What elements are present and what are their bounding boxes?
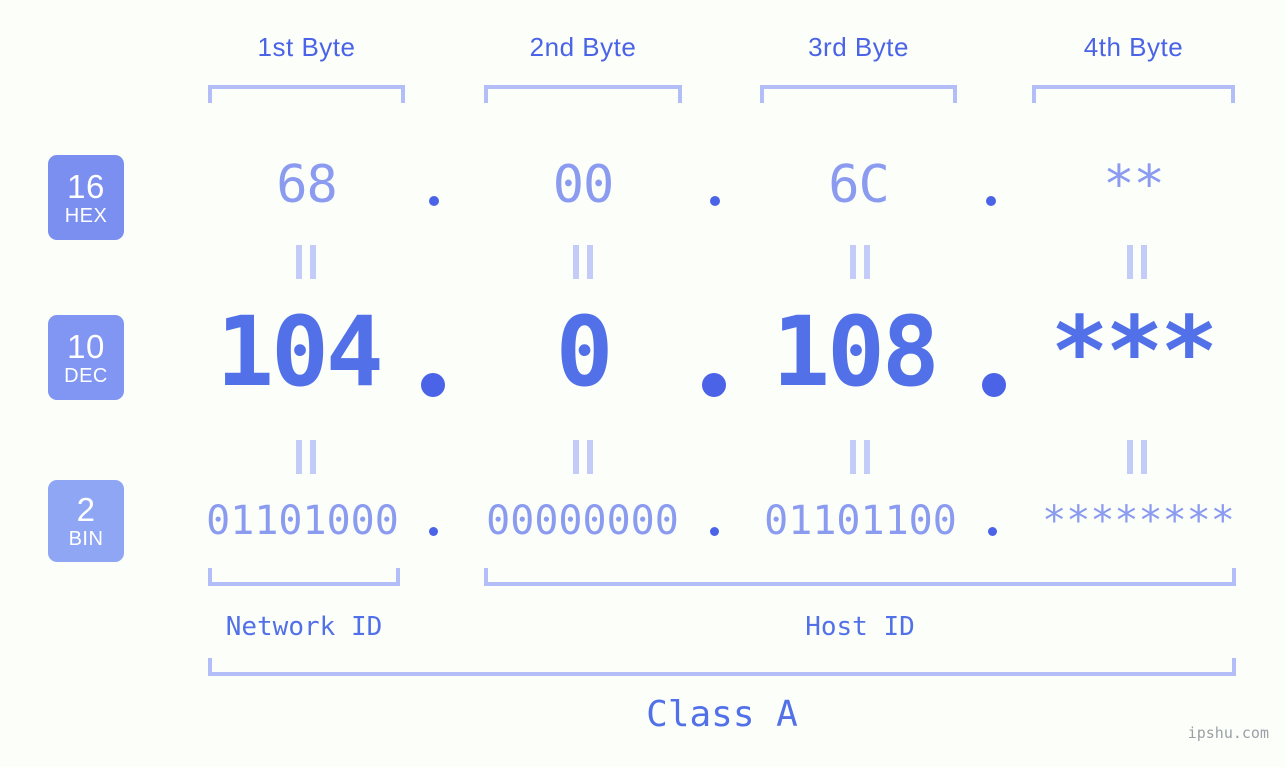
equals-mark-dec-bin-3 [850,440,870,474]
base-badge-hex-label: HEX [64,204,108,227]
base-badge-dec: 10 DEC [48,315,124,400]
equals-mark-hex-dec-3 [850,245,870,279]
hex-byte-2-value: 00 [552,155,615,215]
hex-byte-1-value: 68 [276,155,338,215]
base-badge-bin-label: BIN [68,528,104,550]
base-badge-hex-number: 16 [67,167,105,205]
base-badge-hex: 16 HEX [48,155,124,240]
bin-byte-1-value: 01101000 [206,498,399,544]
equals-mark-hex-dec-4 [1127,245,1147,279]
byte-bracket-top-4 [1032,85,1235,103]
network-id-bracket [208,568,400,586]
bin-byte-2-value: 00000000 [486,498,679,544]
base-badge-dec-number: 10 [67,327,105,365]
base-badge-bin-number: 2 [76,491,96,528]
base-badge-bin: 2 BIN [48,480,124,562]
hex-separator-1 [429,196,439,206]
equals-mark-hex-dec-2 [573,245,593,279]
dec-separator-2 [702,373,726,397]
hex-byte-3-value: 6C [828,155,890,215]
base-badge-dec-label: DEC [64,364,108,387]
host-id-label: Host ID [805,612,915,642]
hex-separator-2 [710,196,720,206]
dec-separator-1 [421,373,445,397]
bin-separator-1 [429,527,438,536]
equals-mark-hex-dec-1 [296,245,316,279]
byte-bracket-top-3 [760,85,957,103]
byte-header-4: 4th Byte [1083,32,1184,62]
class-bracket [208,658,1236,676]
dec-separator-3 [982,373,1006,397]
byte-bracket-top-1 [208,85,405,103]
byte-header-2: 2nd Byte [529,32,637,62]
ip-breakdown-diagram: 1st Byte 2nd Byte 3rd Byte 4th Byte 16 H… [0,0,1285,767]
equals-mark-dec-bin-2 [573,440,593,474]
bin-separator-2 [710,527,719,536]
equals-mark-dec-bin-4 [1127,440,1147,474]
network-id-label: Network ID [225,612,383,642]
bin-byte-4-value: ******** [1042,498,1235,544]
hex-separator-3 [986,196,996,206]
dec-byte-4-value: *** [1050,296,1218,408]
hex-byte-4-value: ** [1103,155,1165,215]
byte-header-3: 3rd Byte [808,32,909,62]
host-id-bracket [484,568,1236,586]
equals-mark-dec-bin-1 [296,440,316,474]
bin-separator-3 [988,527,997,536]
dec-byte-2-value: 0 [555,296,614,408]
watermark: ipshu.com [1187,724,1269,742]
byte-header-1: 1st Byte [257,32,356,62]
dec-byte-1-value: 104 [216,296,383,408]
byte-bracket-top-2 [484,85,682,103]
bin-byte-3-value: 01101100 [764,498,957,544]
dec-byte-3-value: 108 [772,296,939,408]
class-label: Class A [646,694,798,735]
